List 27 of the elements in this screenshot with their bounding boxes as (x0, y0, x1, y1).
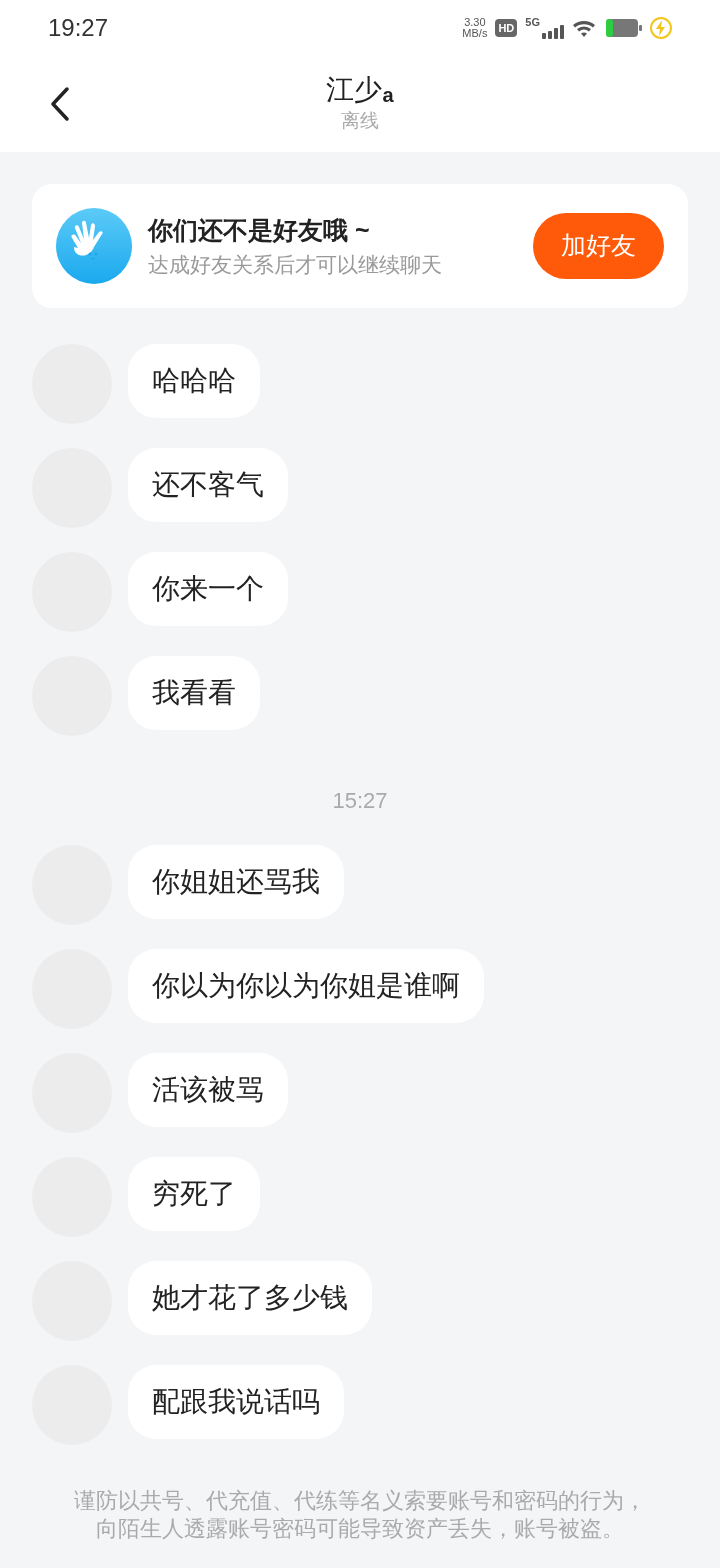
online-status: 离线 (341, 108, 379, 133)
wifi-icon (572, 18, 598, 38)
banner-subtitle: 达成好友关系后才可以继续聊天 (148, 252, 443, 278)
add-friend-button[interactable]: 加好友 (533, 213, 664, 279)
message-bubble: 她才花了多少钱 (128, 1261, 372, 1335)
chat-timestamp: 15:27 (331, 787, 389, 815)
hd-badge: HD (495, 18, 518, 38)
message-bubble: 穷死了 (128, 1157, 260, 1231)
message-bubble: 哈哈哈 (128, 344, 260, 418)
message-bubble: 配跟我说话吗 (128, 1365, 344, 1439)
signal-icon (540, 25, 564, 39)
network-type: 5G (525, 17, 540, 28)
security-warning: 谨防以共号、代充值、代练等名义索要账号和密码的行为，向陌生人透露账号密码可能导致资产丢失，账号被盗。 (73, 1487, 647, 1543)
battery-icon (606, 18, 642, 38)
network-speed: 3.30 MB/s (462, 17, 488, 39)
message-bubble: 你来一个 (128, 552, 288, 626)
chat-title: 江少$_{a}$ (326, 72, 394, 107)
back-icon (48, 86, 72, 122)
message-bubble: 你以为你以为你姐是谁啊 (128, 949, 484, 1023)
message-bubble: 我看看 (128, 656, 260, 730)
message-bubble: 还不客气 (128, 448, 288, 522)
charging-icon (650, 17, 672, 39)
waving-hand-icon (56, 208, 132, 284)
message-bubble: 活该被骂 (128, 1053, 288, 1127)
banner-title: 你们还不是好友哦 ~ (148, 214, 371, 246)
status-time: 19:27 (48, 13, 109, 43)
message-bubble: 你姐姐还骂我 (128, 845, 344, 919)
